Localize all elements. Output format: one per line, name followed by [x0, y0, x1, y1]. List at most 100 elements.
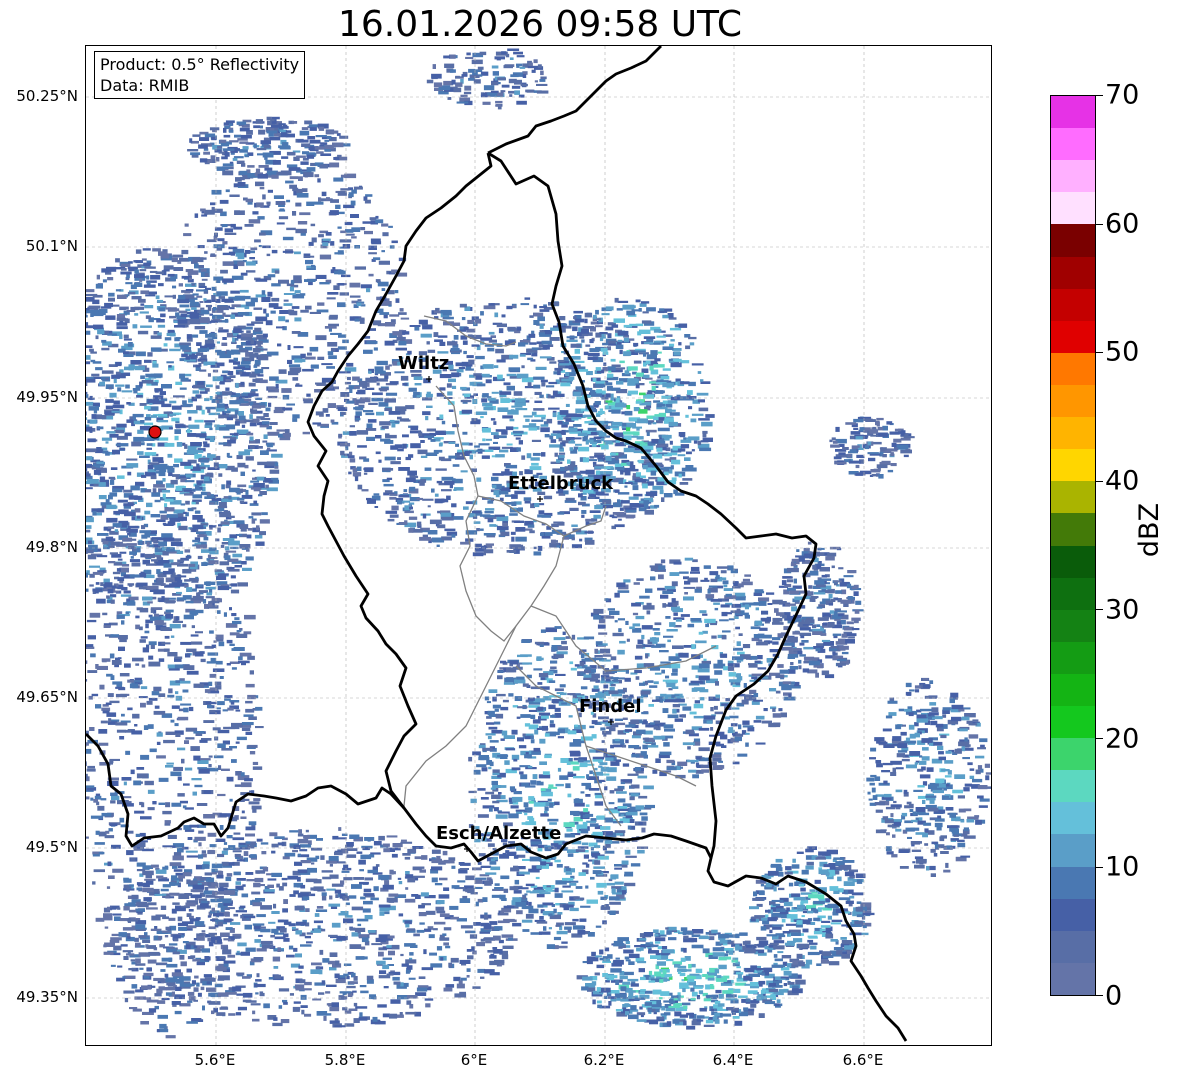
- echo-cell: [201, 930, 206, 933]
- echo-cell: [283, 293, 296, 295]
- echo-cell: [205, 287, 211, 290]
- echo-cell: [94, 307, 99, 311]
- echo-cell: [255, 278, 268, 282]
- echo-cell: [97, 426, 104, 430]
- echo-cell: [116, 729, 126, 733]
- echo-cell: [144, 422, 154, 426]
- echo-cell: [384, 456, 396, 461]
- echo-cell: [231, 667, 237, 670]
- echo-cell: [86, 588, 89, 592]
- echo-cell: [148, 661, 161, 667]
- echo-cell: [596, 414, 601, 417]
- echo-cell: [164, 503, 168, 508]
- echo-cell: [381, 288, 386, 291]
- echo-cell: [503, 382, 511, 386]
- echo-cell: [279, 208, 285, 212]
- echo-cell: [669, 468, 673, 474]
- radar-map[interactable]: Wiltz Ettelbruck Findel Esch/Alzette: [85, 45, 992, 1046]
- echo-cell: [87, 670, 98, 673]
- echo-cell: [384, 407, 392, 411]
- echo-cell: [476, 528, 480, 532]
- echo-cell: [465, 368, 474, 371]
- echo-cell: [371, 397, 384, 402]
- echo-cell: [312, 422, 322, 425]
- echo-cell: [110, 937, 122, 941]
- echo-cell: [169, 597, 176, 600]
- echo-cell: [491, 391, 499, 394]
- echo-cell: [147, 601, 153, 604]
- echo-cell: [685, 414, 689, 418]
- echo-cell: [86, 345, 93, 348]
- echo-cell: [117, 499, 128, 503]
- echo-cell: [207, 492, 211, 496]
- echo-cell: [182, 941, 189, 944]
- echo-cell: [321, 191, 327, 197]
- echo-cell: [589, 339, 594, 344]
- echo-cell: [542, 344, 550, 350]
- echo-cell: [589, 456, 595, 459]
- echo-cell: [130, 959, 136, 962]
- echo-cell: [275, 384, 279, 389]
- echo-cell: [119, 447, 126, 451]
- echo-cell: [678, 323, 688, 328]
- echo-cell: [661, 434, 672, 439]
- echo-cell: [164, 935, 169, 938]
- echo-cell: [212, 668, 225, 672]
- echo-cell: [364, 877, 373, 881]
- echo-cell: [412, 528, 423, 533]
- echo-cell: [133, 282, 143, 287]
- echo-cell: [663, 493, 673, 498]
- echo-cell: [678, 342, 682, 346]
- echo-cell: [115, 289, 122, 292]
- echo-cell: [249, 436, 254, 441]
- echo-cell: [245, 489, 249, 495]
- echo-cell: [244, 398, 252, 402]
- echo-cell: [196, 531, 206, 534]
- echo-cell: [261, 512, 268, 516]
- echo-cell: [645, 491, 658, 496]
- echo-cell: [126, 458, 138, 461]
- echo-cell: [532, 452, 541, 456]
- echo-cell: [496, 516, 509, 522]
- echo-cell: [112, 571, 121, 575]
- echo-cell: [108, 718, 112, 723]
- echo-cell: [233, 832, 241, 835]
- echo-cell: [594, 401, 601, 405]
- echo-cell: [261, 297, 271, 302]
- echo-cell: [227, 954, 236, 958]
- echo-cell: [414, 383, 422, 386]
- echo-cell: [279, 310, 289, 314]
- echo-cell: [314, 913, 320, 917]
- echo-cell: [400, 982, 404, 987]
- echo-cell: [247, 201, 253, 205]
- echo-cell: [191, 625, 195, 629]
- echo-cell: [691, 413, 704, 416]
- echo-cell: [209, 630, 214, 634]
- echo-cell: [571, 544, 582, 549]
- echo-cell: [320, 855, 325, 860]
- echo-cell: [355, 411, 362, 416]
- echo-cell: [451, 385, 457, 389]
- echo-cell: [128, 261, 133, 264]
- echo-cell: [317, 178, 321, 183]
- echo-cell: [671, 459, 681, 465]
- echo-cell: [177, 793, 185, 797]
- echo-cell: [269, 469, 280, 474]
- echo-cell: [140, 303, 145, 306]
- echo-cell: [217, 585, 230, 591]
- echo-cell: [86, 473, 91, 477]
- echo-cell: [172, 845, 176, 848]
- echo-cell: [200, 307, 205, 310]
- echo-cell: [192, 494, 203, 499]
- echo-cell: [170, 719, 175, 723]
- echo-cell: [107, 693, 114, 697]
- echo-cell: [397, 877, 402, 880]
- echo-cell: [447, 341, 458, 346]
- echo-cell: [120, 263, 131, 267]
- echo-cell: [261, 367, 270, 370]
- echo-cell: [86, 417, 88, 420]
- echo-cell: [506, 385, 515, 391]
- echo-cell: [219, 882, 229, 888]
- echo-cell: [463, 350, 467, 355]
- echo-cell: [225, 314, 231, 317]
